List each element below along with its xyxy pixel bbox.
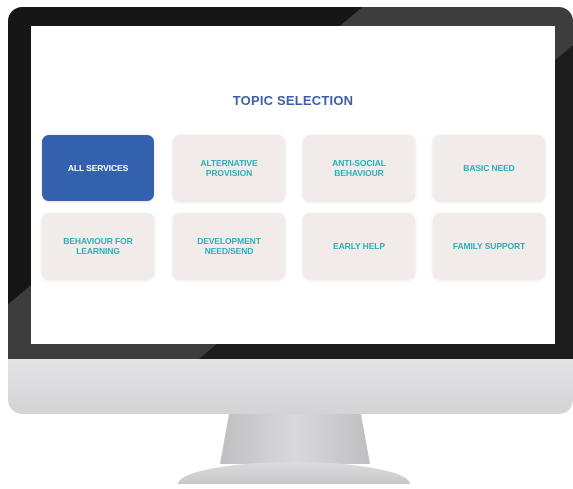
topic-anti-social-behaviour[interactable]: ANTI-SOCIAL BEHAVIOUR (303, 135, 415, 201)
topic-label: ANTI-SOCIAL BEHAVIOUR (332, 157, 386, 178)
topic-label: BASIC NEED (463, 162, 515, 173)
topic-label: ALTERNATIVE PROVISION (200, 157, 258, 178)
topic-alternative-provision[interactable]: ALTERNATIVE PROVISION (173, 135, 285, 201)
page-title: TOPIC SELECTION (232, 93, 354, 108)
topic-label: EARLY HELP (333, 240, 385, 251)
topic-basic-need[interactable]: BASIC NEED (433, 135, 545, 201)
topic-label: BEHAVIOUR FOR LEARNING (63, 235, 133, 256)
topic-all-services[interactable]: ALL SERVICES (42, 135, 154, 201)
monitor-stand-neck (220, 414, 370, 464)
topic-family-support[interactable]: FAMILY SUPPORT (433, 213, 545, 279)
topic-label: ALL SERVICES (67, 162, 129, 173)
topic-development-need-send[interactable]: DEVELOPMENT NEED/SEND (173, 213, 285, 279)
monitor-screen: TOPIC SELECTION ALL SERVICES ALTERNATIVE… (31, 26, 555, 344)
monitor-stand-base (178, 462, 410, 484)
topic-behaviour-for-learning[interactable]: BEHAVIOUR FOR LEARNING (42, 213, 154, 279)
monitor-chin (8, 359, 573, 414)
topic-early-help[interactable]: EARLY HELP (303, 213, 415, 279)
topic-label: FAMILY SUPPORT (452, 240, 526, 251)
topic-label: DEVELOPMENT NEED/SEND (197, 235, 261, 256)
